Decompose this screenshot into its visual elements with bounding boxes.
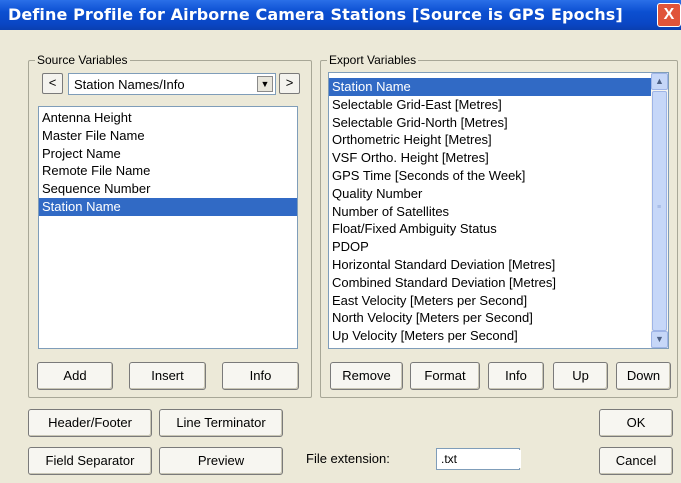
export-list-item[interactable]: Number of Satellites [329,203,668,221]
export-list-item[interactable]: Selectable Grid-East [Metres] [329,96,668,114]
export-list-item[interactable]: Selectable Grid-North [Metres] [329,114,668,132]
file-extension-field[interactable] [436,448,521,470]
source-list-item[interactable]: Antenna Height [39,109,297,127]
source-category-select[interactable]: Station Names/Info ▼ [68,73,276,95]
format-button[interactable]: Format [410,362,480,390]
export-list-scrollbar[interactable]: ▲ ≡ ▼ [651,73,668,348]
export-list-item[interactable]: North Velocity [Meters per Second] [329,309,668,327]
export-list-item[interactable]: PDOP [329,238,668,256]
grip-icon: ≡ [657,204,662,211]
source-list-item[interactable]: Station Name [39,197,297,216]
export-variables-legend: Export Variables [327,53,419,67]
chevron-down-icon[interactable]: ▼ [257,76,273,92]
add-button[interactable]: Add [37,362,113,390]
cancel-button[interactable]: Cancel [599,447,673,475]
export-info-button[interactable]: Info [488,362,544,390]
export-list-item[interactable]: East Velocity [Meters per Second] [329,292,668,310]
export-list-item[interactable]: GPS Time [Seconds of the Week] [329,167,668,185]
export-list-item[interactable]: Float/Fixed Ambiguity Status [329,220,668,238]
up-button[interactable]: Up [553,362,608,390]
scroll-down-button[interactable]: ▼ [651,331,668,348]
insert-button[interactable]: Insert [129,362,206,390]
export-list-item[interactable]: Combined Standard Deviation [Metres] [329,274,668,292]
export-variables-list[interactable]: Station Name Selectable Grid-East [Metres… [328,72,669,349]
scroll-up-button[interactable]: ▲ [651,73,668,90]
source-prev-button[interactable]: < [42,73,63,94]
source-next-button[interactable]: > [279,73,300,94]
header-footer-button[interactable]: Header/Footer [28,409,152,437]
scroll-thumb[interactable]: ≡ [652,91,667,331]
down-button[interactable]: Down [616,362,671,390]
source-category-value: Station Names/Info [74,77,185,92]
export-list-item[interactable]: Horizontal Standard Deviation [Metres] [329,256,668,274]
export-list-item[interactable]: VSF Ortho. Height [Metres] [329,149,668,167]
file-extension-label: File extension: [306,451,390,466]
source-list-item[interactable]: Project Name [39,145,297,163]
close-button[interactable]: X [657,3,681,27]
source-list-item[interactable]: Remote File Name [39,162,297,180]
export-list-item[interactable]: Station Name [329,78,668,96]
line-terminator-button[interactable]: Line Terminator [159,409,283,437]
source-list-item[interactable]: Sequence Number [39,180,297,198]
file-extension-input[interactable] [439,450,521,468]
ok-button[interactable]: OK [599,409,673,437]
source-list-item[interactable]: Master File Name [39,127,297,145]
remove-button[interactable]: Remove [330,362,403,390]
title-bar: Define Profile for Airborne Camera Stati… [0,0,681,30]
preview-button[interactable]: Preview [159,447,283,475]
field-separator-button[interactable]: Field Separator [28,447,152,475]
source-variables-list[interactable]: Antenna Height Master File Name Project Na… [38,106,298,349]
source-info-button[interactable]: Info [222,362,299,390]
export-list-item[interactable]: Up Velocity [Meters per Second] [329,327,668,345]
source-variables-legend: Source Variables [35,53,130,67]
window-title: Define Profile for Airborne Camera Stati… [8,5,623,24]
export-list-item[interactable]: Orthometric Height [Metres] [329,131,668,149]
export-list-item[interactable]: Quality Number [329,185,668,203]
